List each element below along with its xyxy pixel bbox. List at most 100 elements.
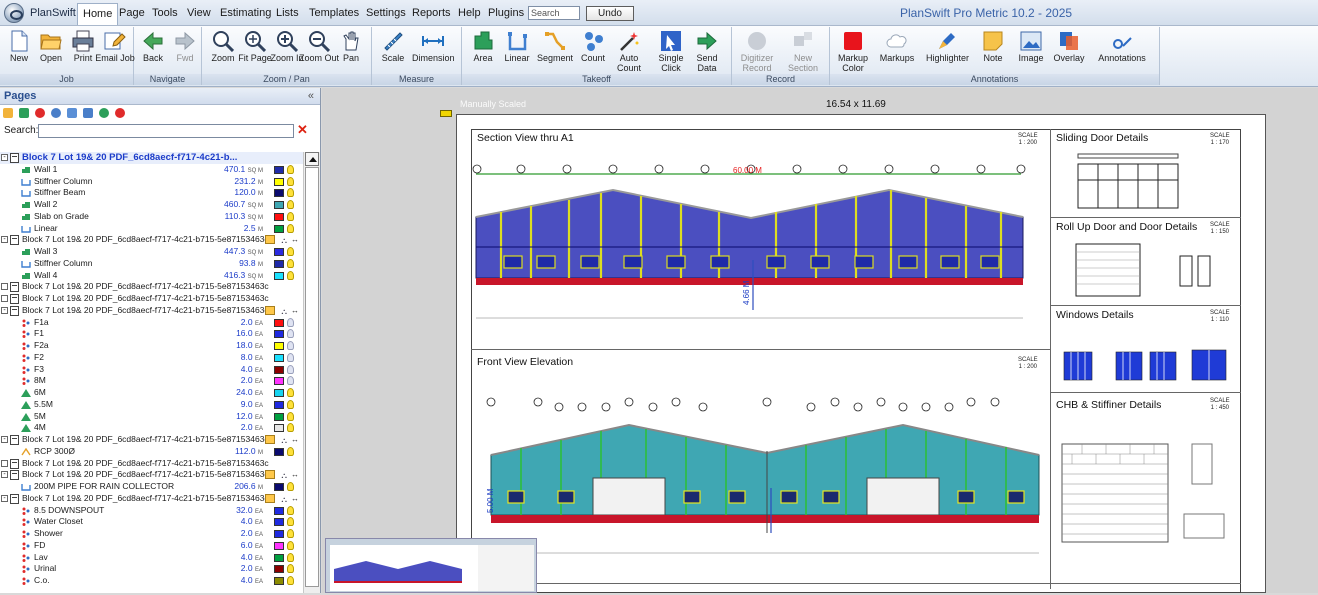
visibility-bulb-icon[interactable] bbox=[287, 270, 294, 280]
page-row[interactable]: - Block 7 Lot 19& 20 PDF_6cd8aecf-f717-4c… bbox=[0, 469, 303, 481]
takeoff-item-row[interactable]: Water Closet 4.0 EA bbox=[0, 516, 303, 528]
takeoff-item-row[interactable]: F3 4.0 EA bbox=[0, 364, 303, 376]
takeoff-item-row[interactable]: Wall 3 447.3 SQ M bbox=[0, 246, 303, 258]
takeoff-item-row[interactable]: Wall 2 460.7 SQ M bbox=[0, 199, 303, 211]
pages-scrollbar[interactable] bbox=[303, 152, 320, 593]
item-color-swatch[interactable] bbox=[274, 530, 284, 538]
visibility-bulb-icon[interactable] bbox=[287, 364, 294, 374]
item-color-swatch[interactable] bbox=[274, 201, 284, 209]
scroll-up-icon[interactable] bbox=[305, 152, 319, 166]
add-icon[interactable] bbox=[19, 108, 30, 119]
takeoff-item-row[interactable]: F1a 2.0 EA bbox=[0, 317, 303, 329]
visibility-bulb-icon[interactable] bbox=[287, 200, 294, 209]
takeoff-item-row[interactable]: Stiffner Beam 120.0 M bbox=[0, 187, 303, 199]
page-folder-icon[interactable] bbox=[265, 493, 275, 503]
page-row[interactable]: - Block 7 Lot 19& 20 PDF_6cd8aecf-f717-4c… bbox=[0, 234, 303, 246]
note-button[interactable]: Note bbox=[976, 27, 1010, 73]
visibility-bulb-icon[interactable] bbox=[287, 258, 294, 268]
takeoff-item-row[interactable]: F2 8.0 EA bbox=[0, 352, 303, 364]
item-color-swatch[interactable] bbox=[274, 447, 284, 456]
scale-button[interactable]: Scale bbox=[376, 27, 410, 73]
clear-search-icon[interactable]: ✕ bbox=[297, 123, 308, 137]
takeoff-item-row[interactable]: 6M 24.0 EA bbox=[0, 387, 303, 399]
page-row[interactable]: - Block 7 Lot 19& 20 PDF_6cd8aecf-f717-4c… bbox=[0, 152, 303, 164]
takeoff-item-row[interactable]: F2a 18.0 EA bbox=[0, 340, 303, 352]
expand-toggle-icon[interactable]: - bbox=[1, 436, 8, 443]
page-resize-icon[interactable]: ↔ bbox=[291, 493, 299, 505]
page-folder-icon[interactable] bbox=[265, 235, 275, 245]
visibility-bulb-icon[interactable] bbox=[287, 211, 294, 221]
menu-home[interactable]: Home bbox=[77, 3, 119, 25]
expand-toggle-icon[interactable] bbox=[1, 295, 8, 302]
dimension-button[interactable]: Dimension bbox=[412, 27, 455, 73]
item-color-swatch[interactable] bbox=[274, 541, 284, 550]
item-color-swatch[interactable] bbox=[274, 518, 284, 527]
sort-icon[interactable] bbox=[83, 108, 94, 119]
item-color-swatch[interactable] bbox=[274, 424, 284, 433]
visibility-bulb-icon[interactable] bbox=[287, 505, 294, 515]
email-job-button[interactable]: Email Job bbox=[95, 27, 135, 73]
takeoff-item-row[interactable]: Linear 2.5 M bbox=[0, 223, 303, 235]
zoom-out-button[interactable]: Zoom Out bbox=[299, 27, 339, 73]
item-color-swatch[interactable] bbox=[274, 483, 284, 491]
annotations-button[interactable]: Annotations bbox=[1098, 27, 1146, 73]
menu-help[interactable]: Help bbox=[458, 7, 481, 19]
item-color-swatch[interactable] bbox=[274, 377, 284, 386]
page-resize-icon[interactable]: ↔ bbox=[291, 469, 299, 481]
auto-count-button[interactable]: Auto Count bbox=[612, 27, 646, 73]
takeoff-item-row[interactable]: 4M 2.0 EA bbox=[0, 422, 303, 434]
item-color-swatch[interactable] bbox=[274, 565, 284, 574]
single-click-button[interactable]: Single Click bbox=[654, 27, 688, 73]
folder-icon[interactable] bbox=[3, 108, 13, 119]
visibility-bulb-icon[interactable] bbox=[287, 517, 294, 527]
segment-button[interactable]: Segment bbox=[537, 27, 573, 73]
overlay-button[interactable]: Overlay bbox=[1052, 27, 1086, 73]
expand-toggle-icon[interactable]: - bbox=[1, 494, 8, 502]
visibility-bulb-icon[interactable] bbox=[287, 423, 294, 433]
item-color-swatch[interactable] bbox=[274, 412, 284, 421]
item-color-swatch[interactable] bbox=[274, 553, 284, 562]
takeoff-item-row[interactable]: RCP 300Ø 112.0 M bbox=[0, 446, 303, 458]
takeoff-item-row[interactable]: F1 16.0 EA bbox=[0, 328, 303, 340]
expand-toggle-icon[interactable]: - bbox=[1, 306, 8, 314]
expand-toggle-icon[interactable]: - bbox=[1, 471, 8, 479]
item-color-swatch[interactable] bbox=[274, 177, 284, 186]
visibility-bulb-icon[interactable] bbox=[287, 164, 294, 174]
page-folder-icon[interactable] bbox=[265, 435, 275, 444]
item-color-swatch[interactable] bbox=[274, 259, 284, 268]
page-row[interactable]: - Block 7 Lot 19& 20 PDF_6cd8aecf-f717-4c… bbox=[0, 493, 303, 505]
visibility-bulb-icon[interactable] bbox=[287, 399, 294, 409]
scale-flag-icon[interactable] bbox=[440, 110, 452, 117]
item-color-swatch[interactable] bbox=[274, 248, 284, 256]
takeoff-item-row[interactable]: Wall 1 470.1 SQ M bbox=[0, 164, 303, 176]
sheet-preview-thumbnail[interactable] bbox=[325, 538, 537, 593]
item-color-swatch[interactable] bbox=[274, 342, 284, 350]
page-folder-icon[interactable] bbox=[265, 470, 275, 480]
item-color-swatch[interactable] bbox=[274, 506, 284, 515]
undo-button[interactable]: Undo bbox=[586, 6, 634, 21]
takeoff-item-row[interactable]: 8.5 DOWNSPOUT 32.0 EA bbox=[0, 505, 303, 517]
send-data-button[interactable]: Send Data bbox=[690, 27, 724, 73]
image-button[interactable]: Image bbox=[1014, 27, 1048, 73]
takeoff-item-row[interactable]: Stiffner Column 231.2 M bbox=[0, 176, 303, 188]
markup-color-button[interactable]: Markup Color bbox=[836, 27, 870, 73]
visibility-bulb-icon[interactable] bbox=[287, 482, 294, 491]
takeoff-item-row[interactable]: Wall 4 416.3 SQ M bbox=[0, 270, 303, 282]
item-color-swatch[interactable] bbox=[274, 400, 284, 409]
delete-icon[interactable] bbox=[35, 108, 46, 119]
menu-estimating[interactable]: Estimating bbox=[220, 7, 271, 19]
takeoff-item-row[interactable]: Shower 2.0 EA bbox=[0, 528, 303, 540]
item-color-swatch[interactable] bbox=[274, 353, 284, 362]
new-section-button[interactable]: New Section bbox=[786, 27, 820, 73]
item-color-swatch[interactable] bbox=[274, 212, 284, 221]
visibility-bulb-icon[interactable] bbox=[287, 247, 294, 256]
expand-toggle-icon[interactable]: - bbox=[1, 236, 8, 244]
print-button[interactable]: Print bbox=[66, 27, 100, 73]
menu-page[interactable]: Page bbox=[119, 7, 145, 19]
visibility-bulb-icon[interactable] bbox=[287, 388, 294, 397]
visibility-bulb-icon[interactable] bbox=[287, 540, 294, 550]
global-search-input[interactable]: Search bbox=[528, 6, 580, 20]
remove-circle-icon[interactable] bbox=[115, 108, 126, 119]
count-button[interactable]: Count bbox=[576, 27, 610, 73]
settings-gear-icon[interactable] bbox=[51, 108, 62, 119]
